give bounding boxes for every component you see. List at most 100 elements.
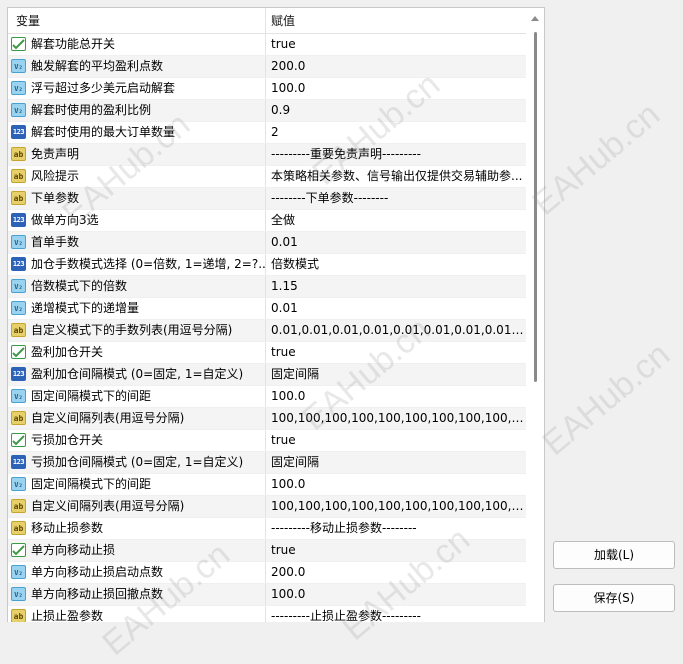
- parameter-row[interactable]: 123 解套时使用的最大订单数量 2: [8, 122, 526, 144]
- parameter-value[interactable]: 200.0: [266, 56, 524, 77]
- parameter-row[interactable]: ab 免责声明 ---------重要免责声明---------: [8, 144, 526, 166]
- parameter-name: 单方向移动止损回撤点数: [31, 587, 164, 601]
- parameter-name-cell: ab 风险提示: [8, 166, 266, 187]
- parameter-row[interactable]: 123 做单方向3选 全做: [8, 210, 526, 232]
- parameter-row[interactable]: 亏损加仓开关 true: [8, 430, 526, 452]
- parameter-value[interactable]: 本策略相关参数、信号输出仅提供交易辅助参...: [266, 166, 524, 187]
- parameter-name-cell: V₂ 解套时使用的盈利比例: [8, 100, 266, 121]
- column-header-value[interactable]: 赋值: [266, 8, 526, 33]
- parameter-value[interactable]: 100.0: [266, 474, 524, 495]
- scroll-up-arrow-icon[interactable]: [531, 16, 539, 21]
- parameter-row[interactable]: V₂ 固定间隔模式下的间距 100.0: [8, 386, 526, 408]
- parameter-value[interactable]: 0.01,0.01,0.01,0.01,0.01,0.01,0.01,0.01,…: [266, 320, 524, 341]
- parameter-value[interactable]: 0.9: [266, 100, 524, 121]
- parameter-row[interactable]: 盈利加仓开关 true: [8, 342, 526, 364]
- parameter-name: 盈利加仓开关: [31, 345, 104, 359]
- parameter-row[interactable]: ab 移动止损参数 ---------移动止损参数--------: [8, 518, 526, 540]
- parameter-value[interactable]: 200.0: [266, 562, 524, 583]
- string-type-icon: ab: [11, 323, 26, 337]
- parameter-name: 止损止盈参数: [31, 609, 104, 622]
- parameter-value[interactable]: true: [266, 430, 524, 451]
- parameter-name: 固定间隔模式下的间距: [31, 477, 152, 491]
- parameter-name: 固定间隔模式下的间距: [31, 389, 152, 403]
- parameter-row[interactable]: V₂ 单方向移动止损启动点数 200.0: [8, 562, 526, 584]
- parameter-name-cell: 123 盈利加仓间隔模式 (0=固定, 1=自定义): [8, 364, 266, 385]
- parameter-name-cell: V₂ 触发解套的平均盈利点数: [8, 56, 266, 77]
- scroll-thumb[interactable]: [534, 32, 537, 382]
- parameter-row[interactable]: ab 止损止盈参数 ---------止损止盈参数---------: [8, 606, 526, 622]
- parameter-name: 解套时使用的盈利比例: [31, 103, 152, 117]
- parameter-value[interactable]: 倍数模式: [266, 254, 524, 275]
- parameters-grid: 变量 赋值 解套功能总开关 true V₂ 触发解套的平均盈利点数 200.0 V₂ 浮亏超…: [7, 7, 545, 622]
- parameter-value[interactable]: 100.0: [266, 386, 524, 407]
- parameter-value[interactable]: ---------重要免责声明---------: [266, 144, 524, 165]
- parameter-row[interactable]: V₂ 递增模式下的递增量 0.01: [8, 298, 526, 320]
- parameter-value[interactable]: 100.0: [266, 584, 524, 605]
- bool-type-icon: [11, 37, 26, 51]
- parameter-value[interactable]: 固定间隔: [266, 364, 524, 385]
- grid-header: 变量 赋值: [8, 8, 526, 34]
- parameter-name-cell: V₂ 倍数模式下的倍数: [8, 276, 266, 297]
- parameter-name-cell: 123 做单方向3选: [8, 210, 266, 231]
- parameter-value[interactable]: 100,100,100,100,100,100,100,100,100,100.…: [266, 496, 524, 517]
- parameter-value[interactable]: true: [266, 34, 524, 55]
- parameter-value[interactable]: 100.0: [266, 78, 524, 99]
- parameter-name-cell: V₂ 单方向移动止损回撤点数: [8, 584, 266, 605]
- bool-type-icon: [11, 433, 26, 447]
- parameter-name: 解套时使用的最大订单数量: [31, 125, 176, 139]
- parameter-row[interactable]: 解套功能总开关 true: [8, 34, 526, 56]
- double-type-icon: V₂: [11, 81, 26, 95]
- double-type-icon: V₂: [11, 477, 26, 491]
- parameter-name-cell: 单方向移动止损: [8, 540, 266, 561]
- parameter-name-cell: ab 自定义间隔列表(用逗号分隔): [8, 408, 266, 429]
- parameter-value[interactable]: 0.01: [266, 298, 524, 319]
- column-header-variable[interactable]: 变量: [8, 8, 266, 33]
- parameter-row[interactable]: V₂ 首单手数 0.01: [8, 232, 526, 254]
- parameter-value[interactable]: 固定间隔: [266, 452, 524, 473]
- parameter-row[interactable]: ab 自定义间隔列表(用逗号分隔) 100,100,100,100,100,100,…: [8, 496, 526, 518]
- parameter-row[interactable]: V₂ 解套时使用的盈利比例 0.9: [8, 100, 526, 122]
- parameter-row[interactable]: V₂ 单方向移动止损回撤点数 100.0: [8, 584, 526, 606]
- parameter-row[interactable]: V₂ 浮亏超过多少美元启动解套 100.0: [8, 78, 526, 100]
- parameter-name-cell: V₂ 递增模式下的递增量: [8, 298, 266, 319]
- parameter-value[interactable]: 1.15: [266, 276, 524, 297]
- parameter-value[interactable]: true: [266, 540, 524, 561]
- parameter-value[interactable]: 全做: [266, 210, 524, 231]
- string-type-icon: ab: [11, 499, 26, 513]
- parameter-name-cell: ab 下单参数: [8, 188, 266, 209]
- load-button[interactable]: 加载(L): [553, 541, 675, 569]
- parameter-name-cell: 盈利加仓开关: [8, 342, 266, 363]
- parameter-row[interactable]: ab 自定义模式下的手数列表(用逗号分隔) 0.01,0.01,0.01,0.01,…: [8, 320, 526, 342]
- watermark-text: EAHub.cn: [535, 335, 678, 463]
- parameter-name-cell: ab 免责声明: [8, 144, 266, 165]
- parameter-value[interactable]: --------下单参数--------: [266, 188, 524, 209]
- parameter-name: 风险提示: [31, 169, 80, 183]
- parameter-row[interactable]: 单方向移动止损 true: [8, 540, 526, 562]
- parameter-value[interactable]: true: [266, 342, 524, 363]
- integer-type-icon: 123: [11, 367, 26, 381]
- parameter-row[interactable]: V₂ 倍数模式下的倍数 1.15: [8, 276, 526, 298]
- parameter-name: 首单手数: [31, 235, 80, 249]
- parameter-name: 自定义模式下的手数列表(用逗号分隔): [31, 323, 233, 337]
- parameter-name: 浮亏超过多少美元启动解套: [31, 81, 176, 95]
- parameter-row[interactable]: 123 盈利加仓间隔模式 (0=固定, 1=自定义) 固定间隔: [8, 364, 526, 386]
- parameter-row[interactable]: V₂ 触发解套的平均盈利点数 200.0: [8, 56, 526, 78]
- parameter-value[interactable]: 100,100,100,100,100,100,100,100,100,100.…: [266, 408, 524, 429]
- parameter-row[interactable]: ab 风险提示 本策略相关参数、信号输出仅提供交易辅助参...: [8, 166, 526, 188]
- parameter-row[interactable]: ab 下单参数 --------下单参数--------: [8, 188, 526, 210]
- double-type-icon: V₂: [11, 587, 26, 601]
- string-type-icon: ab: [11, 521, 26, 535]
- parameter-value[interactable]: 0.01: [266, 232, 524, 253]
- vertical-scrollbar[interactable]: [526, 8, 544, 622]
- parameter-value[interactable]: ---------移动止损参数--------: [266, 518, 524, 539]
- parameter-value[interactable]: 2: [266, 122, 524, 143]
- parameter-row[interactable]: ab 自定义间隔列表(用逗号分隔) 100,100,100,100,100,100,…: [8, 408, 526, 430]
- parameter-row[interactable]: V₂ 固定间隔模式下的间距 100.0: [8, 474, 526, 496]
- parameter-row[interactable]: 123 亏损加仓间隔模式 (0=固定, 1=自定义) 固定间隔: [8, 452, 526, 474]
- save-button[interactable]: 保存(S): [553, 584, 675, 612]
- parameter-name-cell: ab 移动止损参数: [8, 518, 266, 539]
- parameter-name-cell: 123 解套时使用的最大订单数量: [8, 122, 266, 143]
- double-type-icon: V₂: [11, 235, 26, 249]
- parameter-value[interactable]: ---------止损止盈参数---------: [266, 606, 524, 622]
- parameter-row[interactable]: 123 加仓手数模式选择 (0=倍数, 1=递增, 2=?... 倍数模式: [8, 254, 526, 276]
